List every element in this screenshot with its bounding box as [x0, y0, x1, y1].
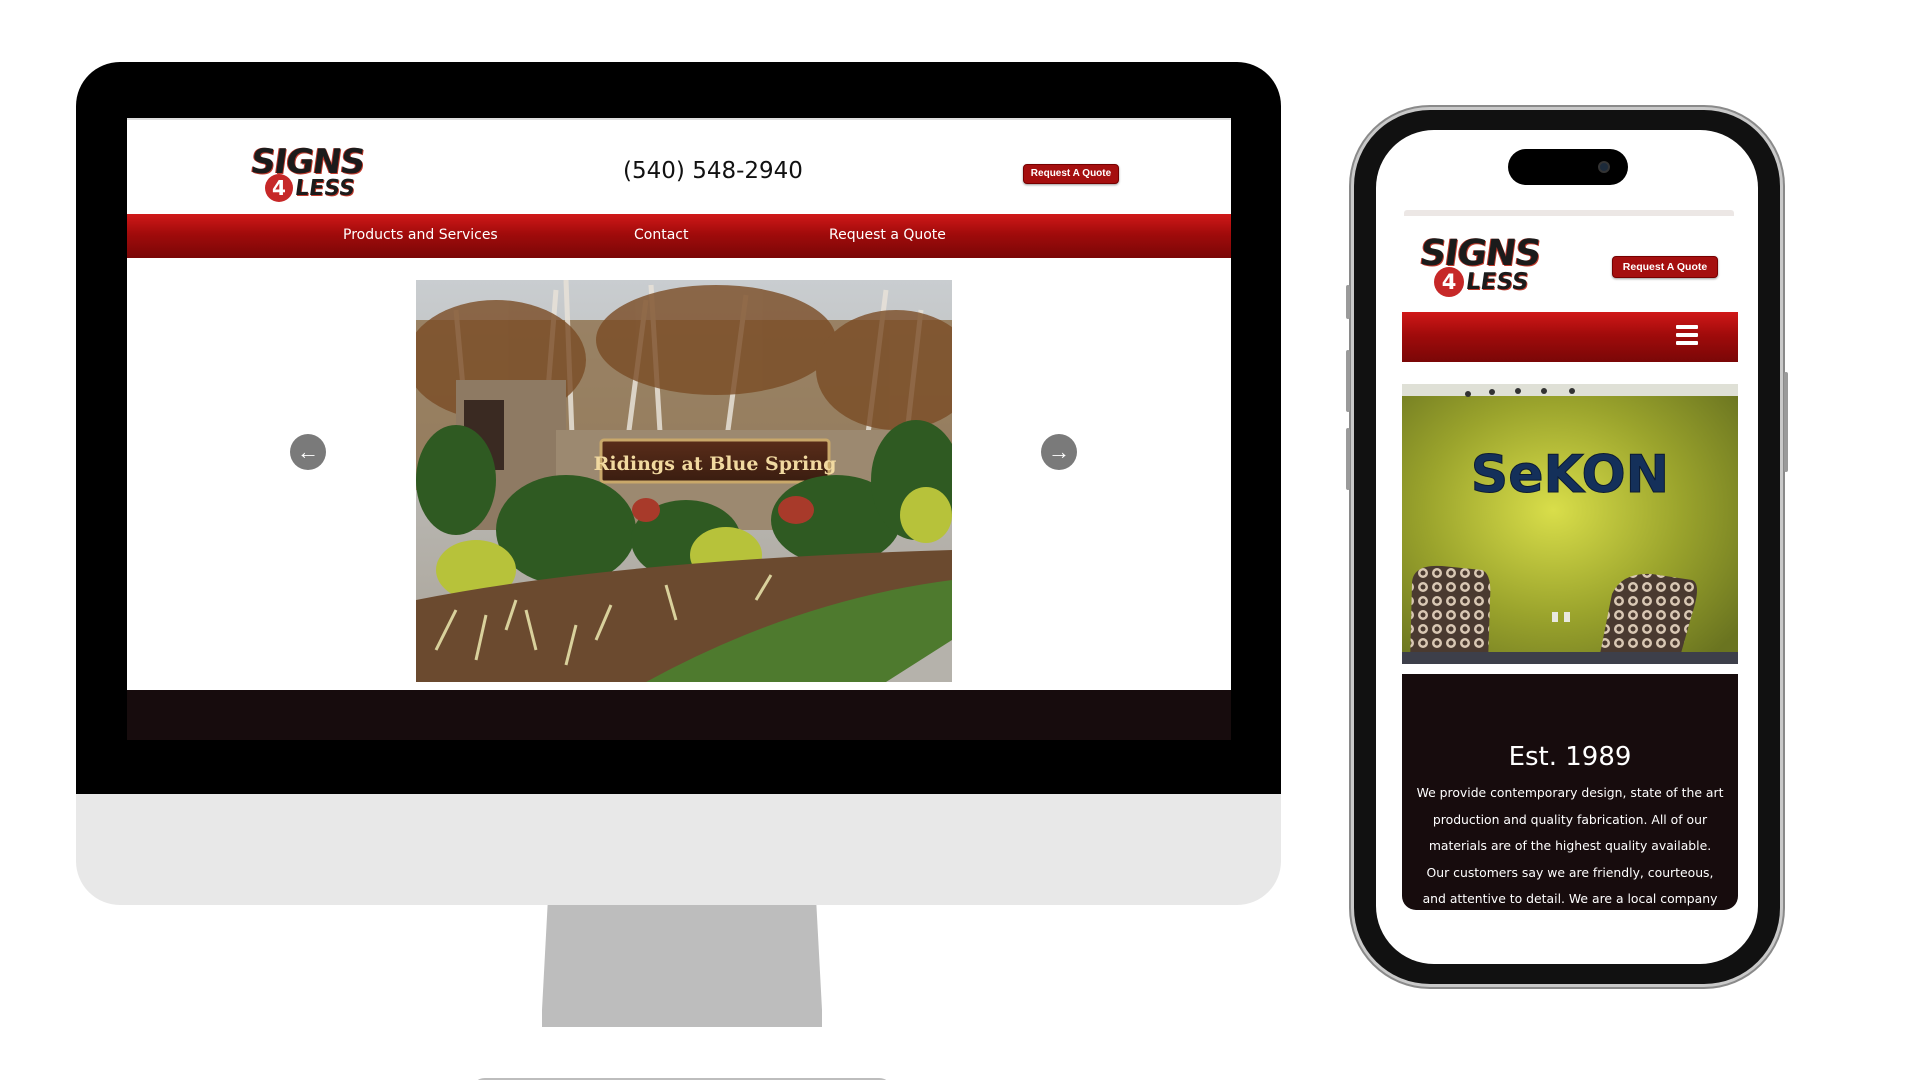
- established-heading: Est. 1989: [1508, 742, 1632, 772]
- main-navigation: Products and Services Contact Request a …: [127, 214, 1231, 258]
- phone-number[interactable]: (540) 548-2940: [613, 158, 813, 184]
- phone-action-button: [1346, 285, 1350, 319]
- desktop-monitor-mockup: SIGNS 4 LESS (540) 548-2940 Request A Qu…: [76, 62, 1281, 1080]
- phone-power-button: [1784, 372, 1788, 472]
- hamburger-menu-icon[interactable]: [1676, 325, 1698, 347]
- mobile-slider-image-sekon-wall: SeKON: [1402, 384, 1738, 664]
- mobile-navigation-bar: [1402, 312, 1738, 362]
- slider-prev-arrow-icon[interactable]: ←: [290, 434, 326, 470]
- logo-signs-text: SIGNS: [248, 142, 367, 182]
- mobile-website-screen: SIGNS 4 LESS Request A Quote SeKON Est. …: [1376, 130, 1758, 964]
- landscape-sign-photo: Ridings at Blue Spring: [416, 280, 952, 682]
- logo-less-text: LESS: [1464, 269, 1531, 295]
- mobile-top-strip: [1404, 210, 1734, 216]
- monitor-stand: [542, 905, 822, 1027]
- slider-next-arrow-icon[interactable]: →: [1041, 434, 1077, 470]
- about-section: Est. 1989 We provide contemporary design…: [1402, 674, 1738, 910]
- monitor-chin: [76, 794, 1281, 905]
- request-quote-button[interactable]: Request A Quote: [1023, 164, 1119, 184]
- dynamic-island: [1508, 149, 1628, 185]
- nav-request-quote[interactable]: Request a Quote: [829, 227, 946, 243]
- logo-signs-text: SIGNS: [1417, 233, 1543, 274]
- nav-contact[interactable]: Contact: [634, 227, 688, 243]
- mobile-request-quote-button[interactable]: Request A Quote: [1612, 256, 1718, 278]
- sign-text: Ridings at Blue Spring: [594, 453, 837, 475]
- sekon-wall-sign-text: SeKON: [1471, 445, 1669, 505]
- slider-image-ridings-sign: Ridings at Blue Spring: [416, 280, 952, 682]
- phone-volume-up-button: [1346, 350, 1350, 412]
- logo-less-text: LESS: [293, 175, 357, 201]
- desktop-website-screen: SIGNS 4 LESS (540) 548-2940 Request A Qu…: [127, 118, 1231, 740]
- phone-volume-down-button: [1346, 428, 1350, 490]
- office-lobby-photo: SeKON: [1402, 384, 1738, 664]
- nav-products-services[interactable]: Products and Services: [343, 227, 498, 243]
- about-paragraph: We provide contemporary design, state of…: [1416, 785, 1724, 906]
- mobile-signs-4-less-logo[interactable]: SIGNS 4 LESS: [1417, 233, 1543, 297]
- site-header: SIGNS 4 LESS (540) 548-2940 Request A Qu…: [127, 118, 1231, 214]
- mobile-phone-mockup: SIGNS 4 LESS Request A Quote SeKON Est. …: [1346, 110, 1788, 984]
- camera-icon: [1598, 161, 1610, 173]
- site-footer-bar: [127, 690, 1231, 740]
- signs-4-less-logo[interactable]: SIGNS 4 LESS: [248, 142, 367, 202]
